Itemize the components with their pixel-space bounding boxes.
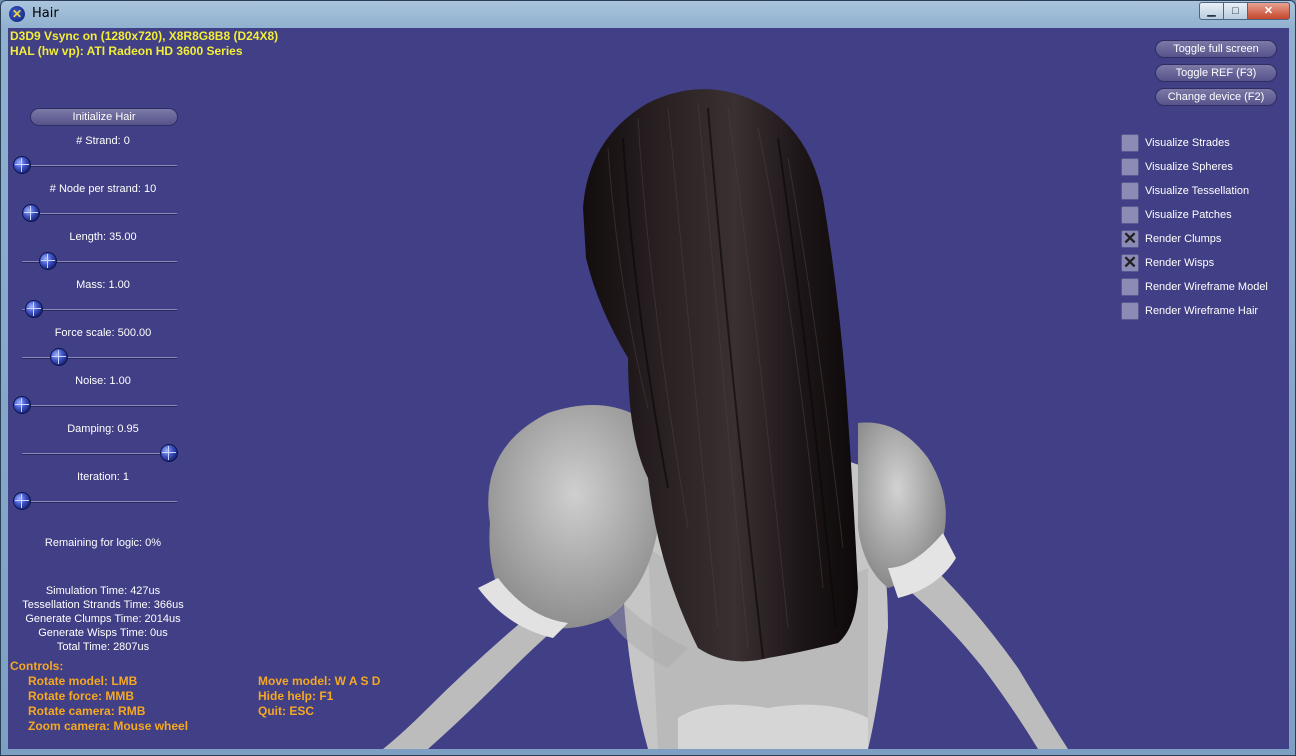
force-scale-slider[interactable] [22, 348, 177, 366]
slider-label: Iteration: 1 [77, 471, 129, 483]
checkbox-label[interactable]: Render Wireframe Hair [1145, 305, 1258, 317]
length-slider[interactable] [22, 252, 177, 270]
noise-slider[interactable] [13, 396, 177, 414]
slider-thumb[interactable] [13, 396, 31, 414]
mass-slider[interactable] [22, 300, 177, 318]
maximize-button[interactable]: □ [1223, 2, 1248, 20]
stat-total-time: Total Time: 2807us [56, 641, 150, 653]
remaining-logic-text: Remaining for logic: 0% [44, 537, 162, 549]
control-hint: Zoom camera: Mouse wheel [28, 719, 189, 733]
control-hint: Rotate camera: RMB [28, 704, 146, 718]
checkbox[interactable] [1121, 278, 1139, 296]
title-bar[interactable]: ✕ Hair ▁ □ ✕ [1, 1, 1295, 27]
checkbox-checked[interactable]: ✕ [1121, 254, 1139, 272]
close-button[interactable]: ✕ [1247, 2, 1290, 20]
controls-heading: Controls: [10, 659, 64, 673]
control-hint: Rotate force: MMB [28, 689, 135, 703]
control-hint: Move model: W A S D [258, 674, 381, 688]
device-info-line1: D3D9 Vsync on (1280x720), X8R8G8B8 (D24X… [10, 29, 279, 43]
minimize-button[interactable]: ▁ [1199, 2, 1224, 20]
render-viewport[interactable]: D3D9 Vsync on (1280x720), X8R8G8B8 (D24X… [8, 28, 1289, 749]
damping-slider[interactable] [22, 444, 179, 462]
slider-thumb[interactable] [13, 156, 31, 174]
slider-label: Damping: 0.95 [67, 423, 139, 435]
device-info-line2: HAL (hw vp): ATI Radeon HD 3600 Series [10, 44, 243, 58]
checkbox-label[interactable]: Render Wisps [1145, 257, 1214, 269]
slider-label: Force scale: 500.00 [54, 327, 152, 339]
checkbox-label[interactable]: Visualize Strades [1145, 137, 1230, 149]
control-hint: Rotate model: LMB [28, 674, 138, 688]
checkbox-label[interactable]: Visualize Tessellation [1145, 185, 1249, 197]
toggle-full-screen-button[interactable]: Toggle full screen [1155, 40, 1277, 58]
slider-label: # Strand: 0 [76, 135, 130, 147]
slider-label: Mass: 1.00 [76, 279, 130, 291]
checkbox-label[interactable]: Render Clumps [1145, 233, 1221, 245]
strand-slider[interactable] [13, 156, 177, 174]
hair-model-render [383, 89, 1068, 749]
slider-label: Length: 35.00 [69, 231, 137, 243]
directx-icon: ✕ [9, 6, 25, 22]
initialize-hair-button[interactable]: Initialize Hair [30, 108, 178, 126]
checkbox-label[interactable]: Visualize Spheres [1145, 161, 1233, 173]
change-device-button[interactable]: Change device (F2) [1155, 88, 1277, 106]
slider-label: Noise: 1.00 [75, 375, 131, 387]
stat-simulation-time: Simulation Time: 427us [45, 585, 161, 597]
checkbox-checked[interactable]: ✕ [1121, 230, 1139, 248]
checkbox[interactable] [1121, 134, 1139, 152]
checkbox[interactable] [1121, 302, 1139, 320]
control-hint: Quit: ESC [258, 704, 314, 718]
window-title: Hair [32, 6, 59, 21]
stat-wisps-time: Generate Wisps Time: 0us [38, 627, 168, 639]
control-hint: Hide help: F1 [258, 689, 334, 703]
iteration-slider[interactable] [13, 492, 177, 510]
checkbox-label[interactable]: Render Wireframe Model [1145, 281, 1268, 293]
toggle-ref-button[interactable]: Toggle REF (F3) [1155, 64, 1277, 82]
slider-thumb[interactable] [13, 492, 31, 510]
node-per-strand-slider[interactable] [22, 204, 177, 222]
checkbox[interactable] [1121, 158, 1139, 176]
app-window: ✕ Hair ▁ □ ✕ D3D9 Vsync on (1280x720), X… [0, 0, 1296, 756]
stat-clumps-time: Generate Clumps Time: 2014us [25, 613, 181, 625]
checkbox[interactable] [1121, 206, 1139, 224]
checkbox[interactable] [1121, 182, 1139, 200]
checkbox-label[interactable]: Visualize Patches [1145, 209, 1232, 221]
stat-tessellation-time: Tessellation Strands Time: 366us [22, 599, 184, 611]
slider-label: # Node per strand: 10 [49, 183, 157, 195]
